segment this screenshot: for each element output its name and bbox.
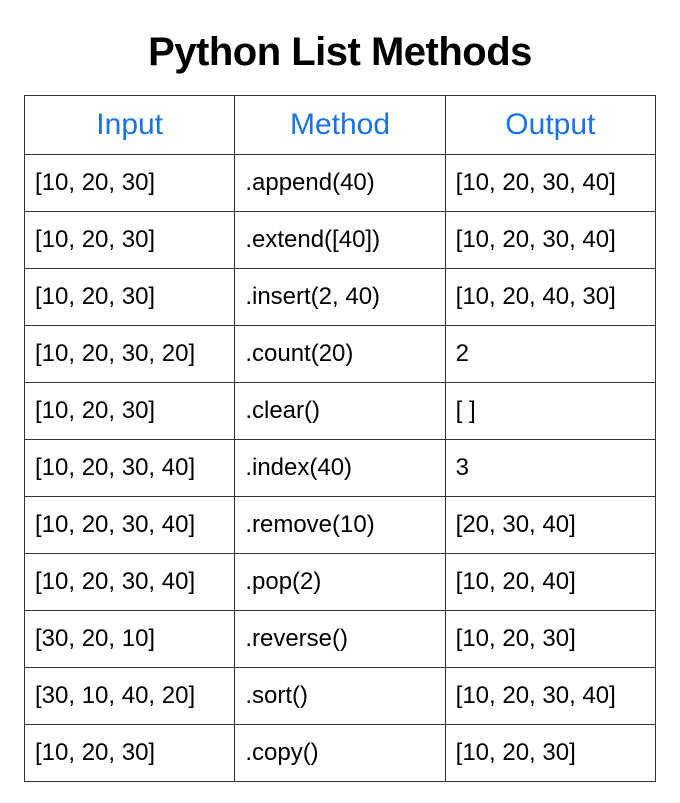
cell-output: [10, 20, 30]	[445, 725, 655, 782]
cell-method: .clear()	[235, 383, 445, 440]
cell-output: 2	[445, 326, 655, 383]
cell-input: [10, 20, 30, 40]	[25, 440, 235, 497]
cell-input: [30, 20, 10]	[25, 611, 235, 668]
page-title: Python List Methods	[24, 30, 656, 75]
cell-method: .extend([40])	[235, 212, 445, 269]
cell-output: [10, 20, 30, 40]	[445, 212, 655, 269]
header-output: Output	[445, 96, 655, 155]
cell-method: .index(40)	[235, 440, 445, 497]
cell-input: [10, 20, 30]	[25, 725, 235, 782]
cell-output: [10, 20, 30, 40]	[445, 155, 655, 212]
table-row: [10, 20, 30] .clear() [ ]	[25, 383, 656, 440]
table-body: [10, 20, 30] .append(40) [10, 20, 30, 40…	[25, 155, 656, 782]
header-method: Method	[235, 96, 445, 155]
cell-output: [10, 20, 40]	[445, 554, 655, 611]
table-row: [10, 20, 30] .append(40) [10, 20, 30, 40…	[25, 155, 656, 212]
cell-output: 3	[445, 440, 655, 497]
table-row: [10, 20, 30] .extend([40]) [10, 20, 30, …	[25, 212, 656, 269]
cell-method: .append(40)	[235, 155, 445, 212]
cell-input: [10, 20, 30]	[25, 155, 235, 212]
cell-input: [10, 20, 30]	[25, 269, 235, 326]
table-row: [10, 20, 30, 40] .pop(2) [10, 20, 40]	[25, 554, 656, 611]
table-row: [10, 20, 30] .insert(2, 40) [10, 20, 40,…	[25, 269, 656, 326]
table-row: [10, 20, 30] .copy() [10, 20, 30]	[25, 725, 656, 782]
cell-output: [10, 20, 30]	[445, 611, 655, 668]
cell-output: [ ]	[445, 383, 655, 440]
table-row: [30, 10, 40, 20] .sort() [10, 20, 30, 40…	[25, 668, 656, 725]
cell-method: .count(20)	[235, 326, 445, 383]
table-row: [10, 20, 30, 40] .remove(10) [20, 30, 40…	[25, 497, 656, 554]
cell-output: [10, 20, 40, 30]	[445, 269, 655, 326]
cell-input: [30, 10, 40, 20]	[25, 668, 235, 725]
cell-input: [10, 20, 30, 40]	[25, 554, 235, 611]
cell-method: .sort()	[235, 668, 445, 725]
cell-input: [10, 20, 30, 20]	[25, 326, 235, 383]
cell-output: [20, 30, 40]	[445, 497, 655, 554]
table-row: [30, 20, 10] .reverse() [10, 20, 30]	[25, 611, 656, 668]
methods-table: Input Method Output [10, 20, 30] .append…	[24, 95, 656, 782]
cell-method: .remove(10)	[235, 497, 445, 554]
cell-input: [10, 20, 30]	[25, 383, 235, 440]
cell-method: .reverse()	[235, 611, 445, 668]
cell-input: [10, 20, 30]	[25, 212, 235, 269]
cell-input: [10, 20, 30, 40]	[25, 497, 235, 554]
table-row: [10, 20, 30, 40] .index(40) 3	[25, 440, 656, 497]
cell-method: .insert(2, 40)	[235, 269, 445, 326]
table-row: [10, 20, 30, 20] .count(20) 2	[25, 326, 656, 383]
cell-output: [10, 20, 30, 40]	[445, 668, 655, 725]
header-input: Input	[25, 96, 235, 155]
table-header-row: Input Method Output	[25, 96, 656, 155]
cell-method: .copy()	[235, 725, 445, 782]
cell-method: .pop(2)	[235, 554, 445, 611]
